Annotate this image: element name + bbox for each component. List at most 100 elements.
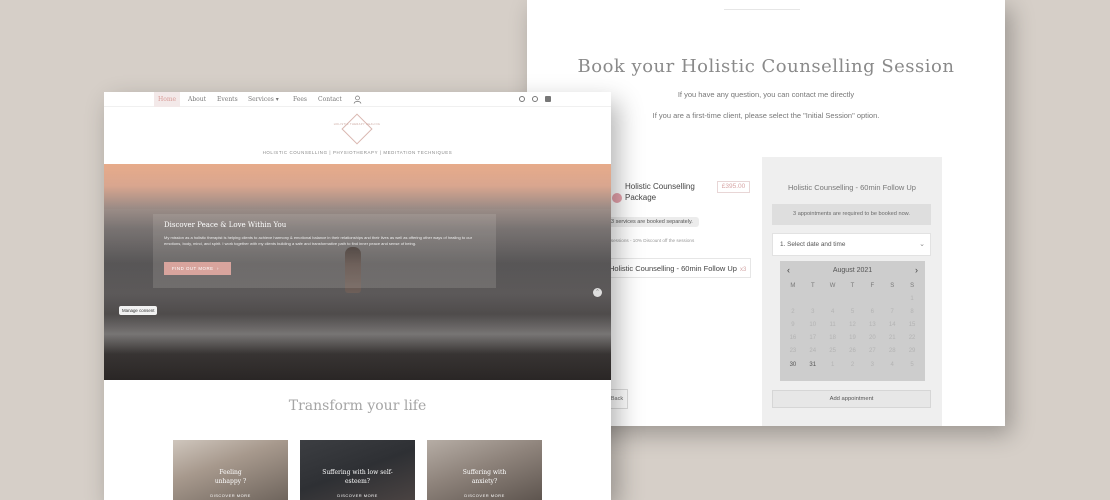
hero-banner: Discover Peace & Love Within You My miss… [104, 164, 611, 380]
package-session-item[interactable]: Holistic Counselling - 60min Follow Up x3 [607, 258, 751, 278]
calendar-day[interactable]: 15 [902, 319, 922, 332]
nav-home[interactable]: Home [154, 92, 181, 107]
calendar-grid: M T W T F S S 1 2 3 4 5 6 7 8 9 10 11 12 13 14 15 16 17 18 19 20 21… [780, 280, 925, 372]
calendar-weekday: F [870, 283, 875, 289]
calendar-day[interactable]: 6 [862, 306, 882, 319]
calendar-day[interactable]: 11 [823, 319, 843, 332]
home-page-window: Home About Events Services ▾ Fees Contac… [104, 92, 611, 500]
calendar-day[interactable]: 30 [783, 359, 803, 372]
calendar-day[interactable]: 27 [862, 345, 882, 358]
card-unhappy[interactable]: Feeling unhappy ? DISCOVER MORE [173, 440, 288, 500]
calendar-day[interactable] [783, 293, 803, 306]
manage-consent-button[interactable]: Manage consent [119, 306, 158, 315]
calendar-day[interactable]: 5 [843, 306, 863, 319]
calendar-day[interactable]: 4 [882, 359, 902, 372]
transform-section-title: Transform your life [288, 398, 427, 414]
card-link[interactable]: DISCOVER MORE [173, 493, 288, 498]
calendar-day[interactable]: 5 [902, 359, 922, 372]
calendar-day[interactable]: 19 [843, 332, 863, 345]
calendar-day[interactable]: 1 [902, 293, 922, 306]
calendar-day[interactable]: 1 [823, 359, 843, 372]
package-title: Holistic Counselling Package [625, 182, 695, 202]
calendar-weekday: S [910, 283, 915, 289]
hero-body: My mission as a holistic therapist is he… [164, 235, 473, 246]
calendar-day[interactable] [862, 293, 882, 306]
calendar-day[interactable]: 3 [803, 306, 823, 319]
calendar-day[interactable]: 16 [783, 332, 803, 345]
nav-services[interactable]: Services ▾ [248, 92, 279, 107]
card-title: Suffering with anxiety? [462, 469, 507, 485]
calendar-day[interactable]: 21 [882, 332, 902, 345]
hero-text-panel: Discover Peace & Love Within You My miss… [153, 214, 496, 288]
booking-title: Book your Holistic Counselling Session [577, 56, 955, 77]
appointments-note: 3 appointments are required to be booked… [772, 204, 931, 225]
calendar-day[interactable]: 18 [823, 332, 843, 345]
add-appointment-button[interactable]: Add appointment [772, 390, 931, 408]
logo[interactable] [341, 113, 373, 145]
nav-fees[interactable]: Fees [293, 92, 307, 107]
date-time-select[interactable]: 1. Select date and time ⌄ [772, 233, 931, 256]
package-price: £395.00 [717, 181, 750, 193]
calendar-day[interactable]: 13 [862, 319, 882, 332]
calendar: ‹ August 2021 › M T W T F S S 1 2 3 4 5 6 7 8 9 10 11 12 13… [780, 261, 925, 381]
calendar-day[interactable]: 26 [843, 345, 863, 358]
chevron-up-icon[interactable]: ⌃ [593, 288, 602, 297]
tagline: HOLISTIC COUNSELLING | PHYSIOTHERAPY | M… [262, 150, 453, 155]
instagram-icon[interactable] [532, 96, 538, 102]
calendar-header: ‹ August 2021 › [780, 261, 925, 280]
calendar-day[interactable]: 4 [823, 306, 843, 319]
calendar-weekday: W [829, 283, 836, 289]
calendar-weekday: T [810, 283, 815, 289]
calendar-day[interactable]: 2 [843, 359, 863, 372]
calendar-day[interactable]: 29 [902, 345, 922, 358]
nav-events[interactable]: Events [217, 92, 238, 107]
card-link[interactable]: DISCOVER MORE [427, 493, 542, 498]
card-low-self-esteem[interactable]: Suffering with low self-esteem? DISCOVER… [300, 440, 415, 500]
find-out-more-button[interactable]: FIND OUT MORE › [164, 262, 231, 275]
calendar-day[interactable]: 3 [862, 359, 882, 372]
nav-contact[interactable]: Contact [318, 92, 342, 107]
logo-text: HOLISTIC THERAPY HEALING [333, 123, 381, 126]
find-out-more-label: FIND OUT MORE [172, 266, 214, 271]
calendar-day[interactable]: 10 [803, 319, 823, 332]
calendar-day[interactable] [843, 293, 863, 306]
service-title: Holistic Counselling - 60min Follow Up [788, 183, 916, 192]
calendar-day[interactable]: 20 [862, 332, 882, 345]
card-title: Feeling unhappy ? [214, 469, 247, 485]
calendar-day[interactable]: 31 [803, 359, 823, 372]
calendar-day[interactable]: 23 [783, 345, 803, 358]
calendar-day[interactable]: 28 [882, 345, 902, 358]
user-icon[interactable] [353, 95, 362, 104]
calendar-weekday: T [850, 283, 855, 289]
linkedin-icon[interactable] [545, 96, 551, 102]
calendar-weekday: S [890, 283, 895, 289]
card-anxiety[interactable]: Suffering with anxiety? DISCOVER MORE [427, 440, 542, 500]
session-count-badge: x3 [739, 267, 747, 273]
calendar-day[interactable]: 9 [783, 319, 803, 332]
chevron-left-icon[interactable]: ‹ [787, 261, 790, 280]
top-navigation: Home About Events Services ▾ Fees Contac… [104, 92, 611, 107]
package-info-pill: 3 services are booked separately. [607, 217, 699, 227]
hero-heading: Discover Peace & Love Within You [164, 221, 287, 229]
chevron-right-icon[interactable]: › [915, 261, 918, 280]
calendar-day[interactable]: 24 [803, 345, 823, 358]
package-icon [612, 193, 622, 203]
card-link[interactable]: DISCOVER MORE [300, 493, 415, 498]
calendar-day[interactable] [803, 293, 823, 306]
calendar-day[interactable]: 7 [882, 306, 902, 319]
calendar-day[interactable]: 22 [902, 332, 922, 345]
calendar-day[interactable]: 25 [823, 345, 843, 358]
calendar-day[interactable]: 14 [882, 319, 902, 332]
divider [724, 9, 800, 10]
calendar-day[interactable] [882, 293, 902, 306]
package-panel: Holistic Counselling Package £395.00 3 s… [607, 157, 762, 426]
calendar-day[interactable]: 12 [843, 319, 863, 332]
calendar-day[interactable]: 8 [902, 306, 922, 319]
nav-about[interactable]: About [188, 92, 206, 107]
calendar-day[interactable]: 2 [783, 306, 803, 319]
package-discount: 3 sessions - 10% Discount off the sessio… [607, 238, 695, 243]
calendar-day[interactable] [823, 293, 843, 306]
chevron-down-icon: ⌄ [919, 241, 925, 248]
facebook-icon[interactable] [519, 96, 525, 102]
calendar-day[interactable]: 17 [803, 332, 823, 345]
